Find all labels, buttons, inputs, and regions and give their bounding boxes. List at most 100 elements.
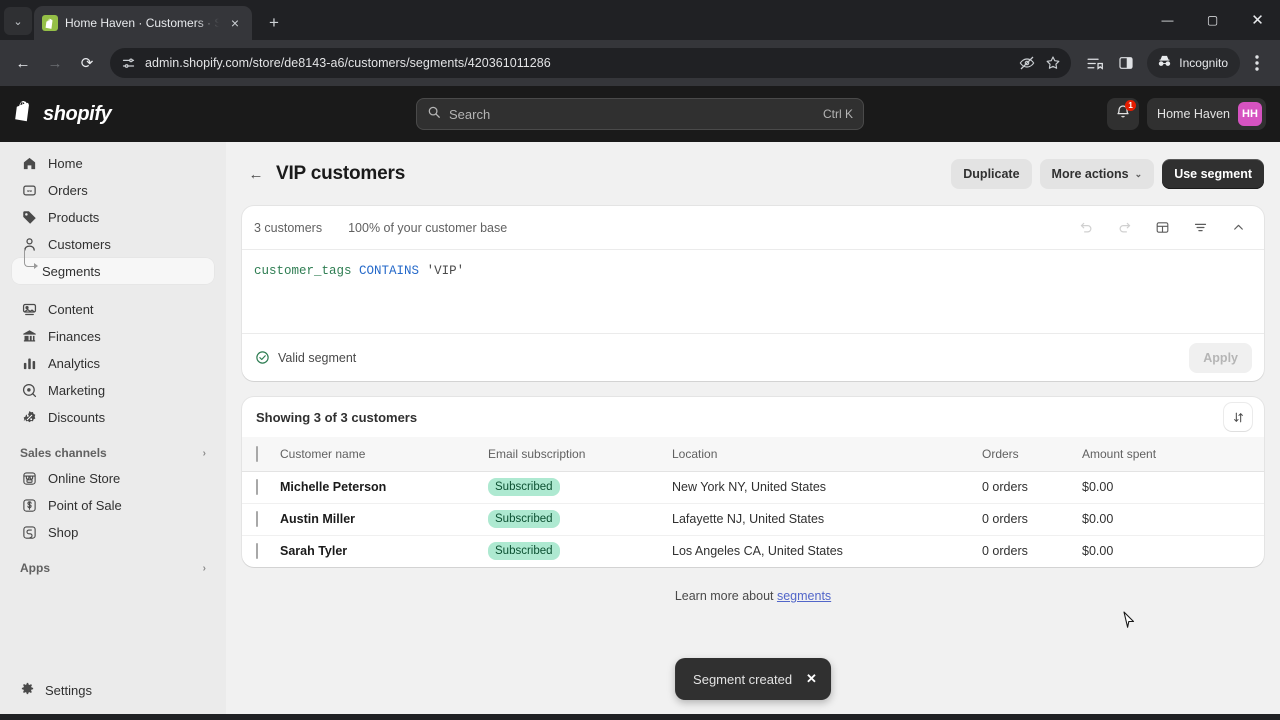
sidebar-item-finances[interactable]: Finances — [12, 323, 214, 349]
column-header-amount-spent[interactable]: Amount spent — [1082, 437, 1264, 471]
notifications-button[interactable]: 1 — [1107, 98, 1140, 130]
sidebar-item-label: Settings — [45, 682, 92, 698]
sort-button[interactable] — [1224, 403, 1252, 431]
cell-email-subscription: Subscribed — [488, 470, 672, 503]
sidebar-item-label: Analytics — [48, 355, 101, 371]
reload-button[interactable]: ⟳ — [72, 48, 102, 78]
shopify-wordmark: shopify — [43, 102, 112, 125]
column-header-location[interactable]: Location — [672, 437, 982, 471]
undo-icon[interactable] — [1072, 214, 1100, 242]
bookmark-star-icon[interactable] — [1043, 53, 1063, 73]
storefront-icon — [20, 469, 38, 487]
table-row[interactable]: Austin Miller Subscribed Lafayette NJ, U… — [242, 502, 1264, 535]
table-row[interactable]: Michelle Peterson Subscribed New York NY… — [242, 470, 1264, 503]
select-all-checkbox-cell — [242, 437, 280, 471]
customer-base-percent: 100% of your customer base — [348, 220, 508, 235]
cell-amount-spent: $0.00 — [1082, 534, 1264, 567]
segments-link[interactable]: segments — [777, 589, 831, 603]
sidebar-item-shop[interactable]: Shop — [12, 519, 214, 545]
learn-more-footer: Learn more about segments — [242, 589, 1264, 603]
cell-orders: 0 orders — [982, 502, 1082, 535]
sidebar-item-customers[interactable]: Customers — [12, 231, 214, 257]
sidebar-item-label: Products — [48, 209, 100, 225]
validity-status: Valid segment — [254, 350, 356, 366]
select-all-checkbox[interactable] — [256, 445, 258, 462]
window-controls: — ▢ ✕ — [1145, 0, 1280, 40]
kebab-menu-icon[interactable] — [1242, 48, 1272, 78]
use-segment-button[interactable]: Use segment — [1162, 159, 1264, 189]
sidebar-item-settings[interactable]: Settings — [12, 676, 214, 704]
sidebar-item-content[interactable]: Content — [12, 296, 214, 322]
window-minimize-button[interactable]: — — [1145, 0, 1190, 40]
sidebar-item-online-store[interactable]: Online Store — [12, 465, 214, 491]
cell-location: Los Angeles CA, United States — [672, 534, 982, 567]
search-input[interactable]: Search Ctrl K — [416, 98, 864, 130]
sidebar-item-analytics[interactable]: Analytics — [12, 350, 214, 376]
eye-off-icon[interactable] — [1017, 53, 1037, 73]
back-arrow-icon[interactable]: ← — [246, 164, 266, 184]
reading-list-icon[interactable] — [1079, 48, 1109, 78]
sidebar: Home Orders Products Customers Segments … — [0, 142, 226, 714]
gear-icon — [20, 681, 35, 699]
chevron-up-icon[interactable] — [1224, 214, 1252, 242]
tab-close-icon[interactable]: × — [226, 15, 244, 31]
window-maximize-button[interactable]: ▢ — [1190, 0, 1235, 40]
incognito-indicator[interactable]: Incognito — [1147, 48, 1240, 78]
app-topbar: shopify Search Ctrl K 1 Home Haven HH — [0, 86, 1280, 142]
redo-icon[interactable] — [1110, 214, 1138, 242]
orders-icon — [20, 181, 38, 199]
toast-close-icon[interactable]: ✕ — [806, 671, 817, 687]
status-badge: Subscribed — [488, 478, 560, 496]
url-text: admin.shopify.com/store/de8143-a6/custom… — [145, 56, 551, 70]
address-bar[interactable]: admin.shopify.com/store/de8143-a6/custom… — [110, 48, 1072, 78]
sidebar-item-home[interactable]: Home — [12, 150, 214, 176]
page-settings-icon[interactable] — [120, 55, 137, 72]
row-checkbox[interactable] — [256, 511, 258, 527]
sidebar-section-apps[interactable]: Apps › — [12, 556, 214, 580]
template-icon[interactable] — [1148, 214, 1176, 242]
home-icon — [20, 154, 38, 172]
sidebar-item-segments[interactable]: Segments — [12, 249, 214, 284]
store-menu-button[interactable]: Home Haven HH — [1147, 98, 1266, 130]
query-operator-token: CONTAINS — [359, 264, 420, 278]
sidebar-item-label: Content — [48, 301, 94, 317]
side-panel-icon[interactable] — [1111, 48, 1141, 78]
query-field-token: customer_tags — [254, 264, 352, 278]
filter-icon[interactable] — [1186, 214, 1214, 242]
new-tab-button[interactable]: + — [260, 9, 288, 37]
discount-icon — [20, 408, 38, 426]
row-checkbox[interactable] — [256, 479, 258, 495]
segment-editor-footer: Valid segment Apply — [242, 333, 1264, 381]
row-checkbox[interactable] — [256, 543, 258, 560]
notification-badge: 1 — [1125, 100, 1137, 111]
more-actions-button[interactable]: More actions ⌄ — [1039, 159, 1155, 189]
apply-button[interactable]: Apply — [1189, 342, 1252, 373]
browser-tab[interactable]: Home Haven · Customers · Sho × — [34, 6, 252, 40]
duplicate-button[interactable]: Duplicate — [951, 159, 1032, 189]
sidebar-section-sales-channels[interactable]: Sales channels › — [12, 441, 214, 465]
cell-email-subscription: Subscribed — [488, 502, 672, 535]
sidebar-item-marketing[interactable]: Marketing — [12, 377, 214, 403]
column-header-orders[interactable]: Orders — [982, 437, 1082, 471]
sidebar-item-label: Shop — [48, 524, 79, 540]
tab-search-chevron-icon[interactable]: ⌄ — [4, 7, 32, 35]
forward-button[interactable]: → — [40, 48, 70, 78]
sidebar-item-products[interactable]: Products — [12, 204, 214, 230]
cell-email-subscription: Subscribed — [488, 534, 672, 567]
table-row[interactable]: Sarah Tyler Subscribed Los Angeles CA, U… — [242, 534, 1264, 567]
cell-amount-spent: $0.00 — [1082, 502, 1264, 535]
sidebar-item-label: Discounts — [48, 409, 106, 425]
sidebar-item-orders[interactable]: Orders — [12, 177, 214, 203]
subtree-arrow-icon — [24, 249, 38, 269]
sidebar-item-discounts[interactable]: Discounts — [12, 404, 214, 430]
cell-orders: 0 orders — [982, 470, 1082, 503]
window-close-button[interactable]: ✕ — [1235, 0, 1280, 40]
back-button[interactable]: ← — [8, 48, 38, 78]
sidebar-item-point-of-sale[interactable]: Point of Sale — [12, 492, 214, 518]
segment-editor-header: 3 customers 100% of your customer base — [242, 206, 1264, 250]
chevron-right-icon: › — [202, 447, 206, 459]
segment-query-editor[interactable]: customer_tags CONTAINS 'VIP' — [242, 250, 1264, 333]
column-header-customer-name[interactable]: Customer name — [280, 437, 488, 471]
column-header-email-subscription[interactable]: Email subscription — [488, 437, 672, 471]
shopify-logo[interactable]: shopify — [14, 99, 228, 129]
